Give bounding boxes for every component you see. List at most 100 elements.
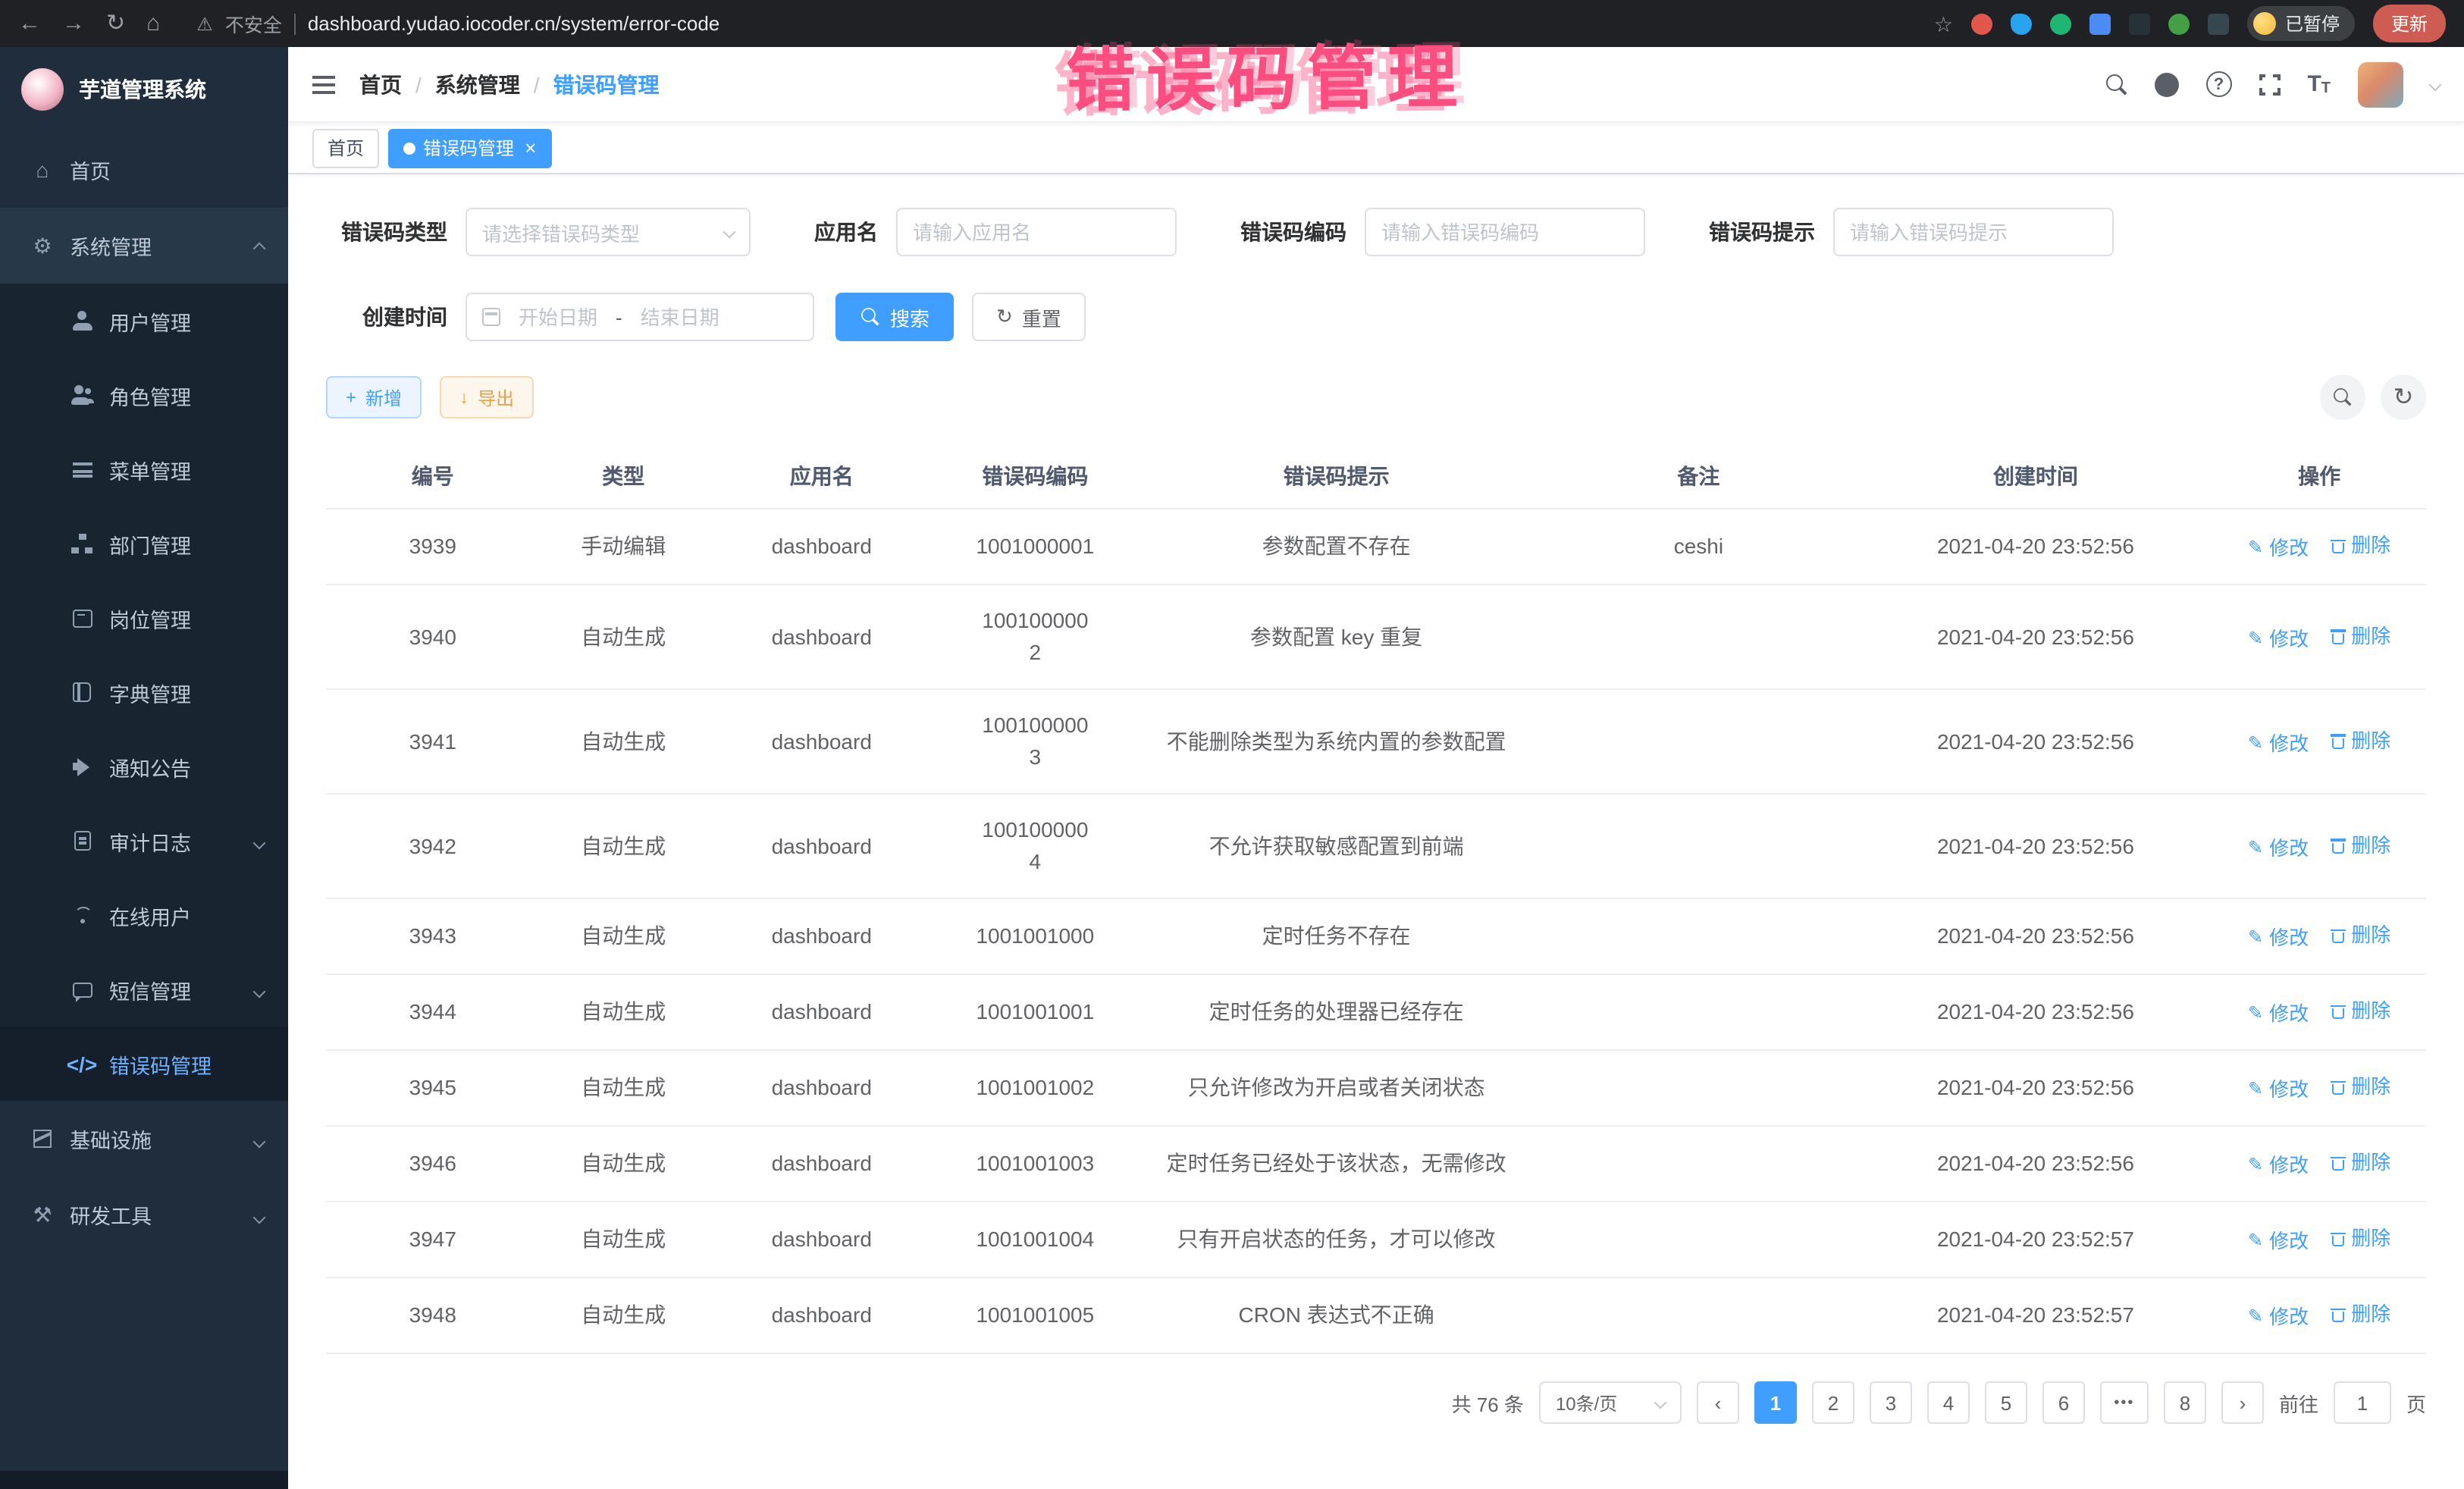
cell-code: 1001001002 [936, 1050, 1135, 1126]
edit-link[interactable]: ✎修改 [2248, 832, 2309, 864]
extension-icon[interactable] [2129, 13, 2150, 34]
edit-link[interactable]: ✎修改 [2248, 998, 2309, 1030]
cell-app: dashboard [707, 898, 936, 974]
prev-page-button[interactable]: ‹ [1697, 1381, 1739, 1424]
app-name-input[interactable] [913, 221, 1160, 243]
tab-error-code[interactable]: 错误码管理 × [388, 128, 551, 168]
refresh-table-button[interactable]: ↻ [2381, 375, 2426, 420]
search-button[interactable]: 搜索 [835, 293, 954, 341]
edit-link[interactable]: ✎修改 [2248, 1149, 2309, 1181]
toggle-search-button[interactable] [2320, 375, 2365, 420]
edit-link[interactable]: ✎修改 [2248, 727, 2309, 759]
sidebar-item-sms-management[interactable]: 短信管理 [0, 952, 288, 1027]
more-pages-button[interactable]: ••• [2100, 1381, 2149, 1424]
cell-id: 3947 [326, 1202, 540, 1277]
tab-home[interactable]: 首页 [312, 128, 379, 168]
delete-link[interactable]: 删除 [2330, 1071, 2390, 1102]
hamburger-icon[interactable] [312, 75, 335, 93]
edit-icon: ✎ [2248, 727, 2263, 759]
address-bar[interactable]: ⚠ 不安全 dashboard.yudao.iocoder.cn/system/… [196, 9, 1913, 38]
delete-link[interactable]: 删除 [2330, 995, 2390, 1027]
profile-paused-badge[interactable]: 已暂停 [2247, 6, 2355, 41]
browser-home-icon[interactable]: ⌂ [146, 12, 160, 35]
reload-icon[interactable]: ↻ [106, 12, 125, 35]
date-range-picker[interactable]: - [466, 293, 814, 341]
edit-link[interactable]: ✎修改 [2248, 622, 2309, 654]
extension-icon[interactable] [2011, 13, 2032, 34]
next-page-button[interactable]: › [2221, 1381, 2264, 1424]
help-icon[interactable]: ? [2205, 71, 2231, 97]
sidebar-item-audit-log[interactable]: 审计日志 [0, 804, 288, 878]
extension-icon[interactable] [2089, 13, 2111, 34]
font-size-icon[interactable]: TT [2307, 71, 2331, 97]
sidebar-item-post-management[interactable]: 岗位管理 [0, 581, 288, 655]
close-icon[interactable]: × [525, 138, 536, 158]
end-date-input[interactable] [632, 306, 729, 328]
delete-link[interactable]: 删除 [2330, 529, 2390, 561]
breadcrumb-home[interactable]: 首页 [359, 69, 402, 99]
extension-icon[interactable] [1971, 13, 1992, 34]
forward-icon[interactable]: → [62, 12, 85, 35]
delete-label: 删除 [2351, 1222, 2390, 1254]
cell-time: 2021-04-20 23:52:56 [1859, 509, 2213, 585]
delete-link[interactable]: 删除 [2330, 1298, 2390, 1330]
table-row: 3944 自动生成 dashboard 1001001001 定时任务的处理器已… [326, 974, 2426, 1050]
breadcrumb-section[interactable]: 系统管理 [435, 69, 520, 99]
user-avatar[interactable] [2358, 61, 2403, 107]
sidebar-item-notice[interactable]: 通知公告 [0, 729, 288, 804]
github-icon[interactable] [2154, 72, 2178, 96]
edit-icon: ✎ [2248, 1149, 2263, 1181]
edit-link[interactable]: ✎修改 [2248, 1074, 2309, 1105]
delete-link[interactable]: 删除 [2330, 829, 2390, 860]
edit-link[interactable]: ✎修改 [2248, 922, 2309, 954]
sidebar-item-dev-tools[interactable]: ⚒ 研发工具 [0, 1177, 288, 1252]
sidebar-item-user-management[interactable]: 用户管理 [0, 284, 288, 358]
cell-message: 不允许获取敏感配置到前端 [1134, 794, 1538, 898]
search-icon[interactable] [2105, 74, 2127, 95]
delete-link[interactable]: 删除 [2330, 1222, 2390, 1254]
sidebar-item-error-code-management[interactable]: </> 错误码管理 [0, 1027, 288, 1101]
edit-link[interactable]: ✎修改 [2248, 532, 2309, 564]
export-button[interactable]: ↓ 导出 [440, 376, 534, 418]
page-size-select[interactable]: 10条/页 [1539, 1381, 1682, 1424]
sidebar-item-menu-management[interactable]: 菜单管理 [0, 432, 288, 506]
browser-update-button[interactable]: 更新 [2373, 5, 2446, 42]
bookmark-star-icon[interactable]: ☆ [1934, 13, 1953, 34]
logo[interactable]: 芋道管理系统 [0, 47, 288, 132]
extension-icon[interactable] [2050, 13, 2071, 34]
page-button-1[interactable]: 1 [1754, 1381, 1797, 1424]
chevron-down-icon[interactable] [2431, 80, 2440, 89]
delete-link[interactable]: 删除 [2330, 1146, 2390, 1178]
back-icon[interactable]: ← [18, 12, 41, 35]
page-button-3[interactable]: 3 [1870, 1381, 1912, 1424]
sidebar-item-online-users[interactable]: 在线用户 [0, 878, 288, 952]
sidebar-item-department-management[interactable]: 部门管理 [0, 506, 288, 581]
page-button-6[interactable]: 6 [2042, 1381, 2085, 1424]
sidebar-item-home[interactable]: ⌂ 首页 [0, 132, 288, 208]
sidebar-collapse-bar[interactable] [0, 1471, 288, 1489]
page-button-5[interactable]: 5 [1985, 1381, 2027, 1424]
puzzle-extension-icon[interactable] [2208, 13, 2229, 34]
page-button-4[interactable]: 4 [1927, 1381, 1970, 1424]
page-button-8[interactable]: 8 [2164, 1381, 2206, 1424]
delete-link[interactable]: 删除 [2330, 619, 2390, 651]
page-button-2[interactable]: 2 [1812, 1381, 1854, 1424]
sidebar-item-infrastructure[interactable]: 基础设施 [0, 1101, 288, 1177]
error-type-select[interactable]: 请选择错误码类型 [466, 208, 751, 256]
add-button[interactable]: + 新增 [326, 376, 422, 418]
extension-icon[interactable] [2168, 13, 2190, 34]
sidebar-item-role-management[interactable]: 角色管理 [0, 358, 288, 432]
start-date-input[interactable] [509, 306, 607, 328]
edit-link[interactable]: ✎修改 [2248, 1225, 2309, 1257]
page-content: 错误码类型 请选择错误码类型 应用名 错误码编码 [288, 174, 2464, 1489]
reset-button[interactable]: ↻ 重置 [972, 293, 1086, 341]
sidebar-item-dict-management[interactable]: 字典管理 [0, 655, 288, 729]
sidebar-item-system-management[interactable]: ⚙ 系统管理 [0, 208, 288, 284]
goto-page-input[interactable] [2334, 1381, 2391, 1424]
error-code-input[interactable] [1381, 221, 1629, 243]
fullscreen-icon[interactable] [2259, 74, 2280, 95]
delete-link[interactable]: 删除 [2330, 724, 2390, 756]
edit-link[interactable]: ✎修改 [2248, 1301, 2309, 1333]
delete-link[interactable]: 删除 [2330, 919, 2390, 951]
error-hint-input[interactable] [1850, 221, 2097, 243]
